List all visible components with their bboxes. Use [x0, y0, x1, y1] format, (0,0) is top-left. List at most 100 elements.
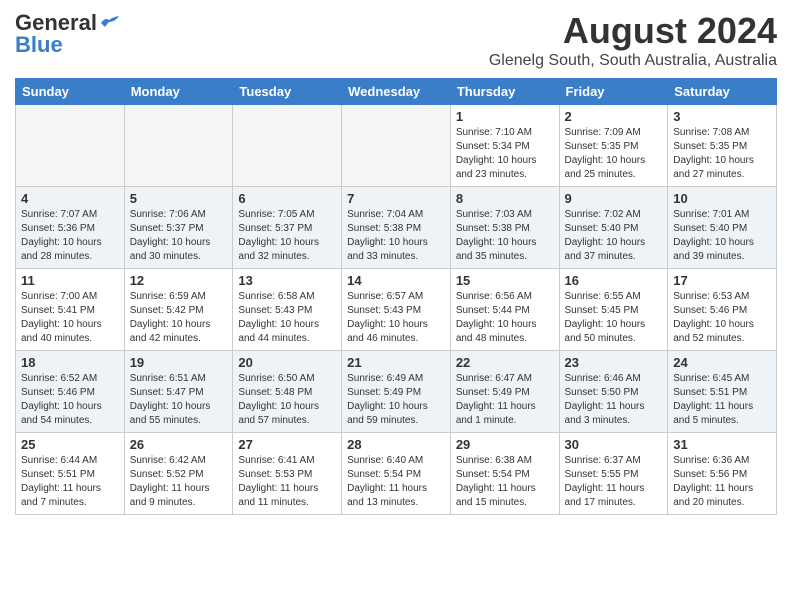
calendar-day-cell: 27Sunrise: 6:41 AMSunset: 5:53 PMDayligh…	[233, 433, 342, 515]
day-info: Sunrise: 7:03 AMSunset: 5:38 PMDaylight:…	[456, 208, 554, 264]
calendar-week-row: 25 Sunrise: 6:44 AMSunset: 5:51 PMDayligh…	[16, 433, 777, 515]
day-info: Sunrise: 7:00 AMSunset: 5:41 PMDaylight:…	[21, 290, 119, 346]
day-info: Sunrise: 6:53 AMSunset: 5:46 PMDaylight:…	[673, 290, 771, 346]
day-number: 20	[238, 355, 336, 370]
day-info: Sunrise: 7:06 AMSunset: 5:37 PMDaylight:…	[130, 208, 228, 264]
day-number: 25	[21, 437, 119, 452]
calendar-day-cell: 11 Sunrise: 7:00 AMSunset: 5:41 PMDayligh…	[16, 269, 125, 351]
day-info: Sunrise: 6:38 AMSunset: 5:54 PMDaylight:…	[456, 454, 554, 510]
calendar-day-cell: 28Sunrise: 6:40 AMSunset: 5:54 PMDayligh…	[342, 433, 451, 515]
calendar-day-cell: 17 Sunrise: 6:53 AMSunset: 5:46 PMDayligh…	[668, 269, 777, 351]
page-header: General Blue August 2024 Glenelg South, …	[15, 10, 777, 70]
day-number: 23	[565, 355, 663, 370]
weekday-header: Friday	[559, 79, 668, 105]
weekday-header: Thursday	[450, 79, 559, 105]
day-number: 22	[456, 355, 554, 370]
day-info: Sunrise: 6:57 AMSunset: 5:43 PMDaylight:…	[347, 290, 445, 346]
day-info: Sunrise: 7:09 AMSunset: 5:35 PMDaylight:…	[565, 126, 663, 182]
calendar-day-cell: 2 Sunrise: 7:09 AMSunset: 5:35 PMDaylight…	[559, 105, 668, 187]
calendar-week-row: 11 Sunrise: 7:00 AMSunset: 5:41 PMDayligh…	[16, 269, 777, 351]
calendar-day-cell: 18 Sunrise: 6:52 AMSunset: 5:46 PMDayligh…	[16, 351, 125, 433]
day-number: 17	[673, 273, 771, 288]
calendar-day-cell: 21 Sunrise: 6:49 AMSunset: 5:49 PMDayligh…	[342, 351, 451, 433]
day-info: Sunrise: 6:58 AMSunset: 5:43 PMDaylight:…	[238, 290, 336, 346]
calendar-day-cell: 7 Sunrise: 7:04 AMSunset: 5:38 PMDaylight…	[342, 187, 451, 269]
day-number: 30	[565, 437, 663, 452]
day-info: Sunrise: 6:45 AMSunset: 5:51 PMDaylight:…	[673, 372, 771, 428]
calendar-day-cell: 4 Sunrise: 7:07 AMSunset: 5:36 PMDaylight…	[16, 187, 125, 269]
calendar-day-cell: 9 Sunrise: 7:02 AMSunset: 5:40 PMDaylight…	[559, 187, 668, 269]
day-info: Sunrise: 6:55 AMSunset: 5:45 PMDaylight:…	[565, 290, 663, 346]
day-number: 27	[238, 437, 336, 452]
calendar-day-cell: 23 Sunrise: 6:46 AMSunset: 5:50 PMDayligh…	[559, 351, 668, 433]
day-number: 19	[130, 355, 228, 370]
day-info: Sunrise: 6:42 AMSunset: 5:52 PMDaylight:…	[130, 454, 228, 510]
weekday-header: Tuesday	[233, 79, 342, 105]
day-info: Sunrise: 6:37 AMSunset: 5:55 PMDaylight:…	[565, 454, 663, 510]
day-info: Sunrise: 6:51 AMSunset: 5:47 PMDaylight:…	[130, 372, 228, 428]
day-number: 13	[238, 273, 336, 288]
day-number: 21	[347, 355, 445, 370]
weekday-header: Wednesday	[342, 79, 451, 105]
weekday-header-row: SundayMondayTuesdayWednesdayThursdayFrid…	[16, 79, 777, 105]
day-info: Sunrise: 6:50 AMSunset: 5:48 PMDaylight:…	[238, 372, 336, 428]
title-block: August 2024 Glenelg South, South Austral…	[489, 10, 777, 70]
day-number: 1	[456, 109, 554, 124]
logo-bird-icon	[99, 15, 121, 31]
logo: General Blue	[15, 10, 121, 58]
calendar-day-cell: 5Sunrise: 7:06 AMSunset: 5:37 PMDaylight…	[124, 187, 233, 269]
calendar-day-cell	[16, 105, 125, 187]
day-number: 31	[673, 437, 771, 452]
calendar-day-cell: 10Sunrise: 7:01 AMSunset: 5:40 PMDayligh…	[668, 187, 777, 269]
day-info: Sunrise: 7:10 AMSunset: 5:34 PMDaylight:…	[456, 126, 554, 182]
day-number: 10	[673, 191, 771, 206]
day-info: Sunrise: 6:52 AMSunset: 5:46 PMDaylight:…	[21, 372, 119, 428]
day-info: Sunrise: 7:02 AMSunset: 5:40 PMDaylight:…	[565, 208, 663, 264]
calendar-week-row: 18 Sunrise: 6:52 AMSunset: 5:46 PMDayligh…	[16, 351, 777, 433]
calendar-day-cell: 29Sunrise: 6:38 AMSunset: 5:54 PMDayligh…	[450, 433, 559, 515]
day-number: 11	[21, 273, 119, 288]
month-title: August 2024	[489, 10, 777, 52]
day-info: Sunrise: 7:04 AMSunset: 5:38 PMDaylight:…	[347, 208, 445, 264]
calendar-day-cell: 31 Sunrise: 6:36 AMSunset: 5:56 PMDayligh…	[668, 433, 777, 515]
day-number: 9	[565, 191, 663, 206]
day-number: 26	[130, 437, 228, 452]
calendar-day-cell: 1 Sunrise: 7:10 AMSunset: 5:34 PMDaylight…	[450, 105, 559, 187]
day-number: 15	[456, 273, 554, 288]
weekday-header: Saturday	[668, 79, 777, 105]
day-info: Sunrise: 6:49 AMSunset: 5:49 PMDaylight:…	[347, 372, 445, 428]
calendar-day-cell: 26 Sunrise: 6:42 AMSunset: 5:52 PMDayligh…	[124, 433, 233, 515]
day-info: Sunrise: 6:59 AMSunset: 5:42 PMDaylight:…	[130, 290, 228, 346]
day-number: 28	[347, 437, 445, 452]
day-info: Sunrise: 6:44 AMSunset: 5:51 PMDaylight:…	[21, 454, 119, 510]
calendar-day-cell	[124, 105, 233, 187]
day-info: Sunrise: 7:07 AMSunset: 5:36 PMDaylight:…	[21, 208, 119, 264]
calendar-day-cell: 16 Sunrise: 6:55 AMSunset: 5:45 PMDayligh…	[559, 269, 668, 351]
day-number: 7	[347, 191, 445, 206]
calendar-table: SundayMondayTuesdayWednesdayThursdayFrid…	[15, 78, 777, 515]
day-info: Sunrise: 6:46 AMSunset: 5:50 PMDaylight:…	[565, 372, 663, 428]
weekday-header: Sunday	[16, 79, 125, 105]
calendar-day-cell: 15 Sunrise: 6:56 AMSunset: 5:44 PMDayligh…	[450, 269, 559, 351]
calendar-week-row: 4 Sunrise: 7:07 AMSunset: 5:36 PMDaylight…	[16, 187, 777, 269]
day-number: 6	[238, 191, 336, 206]
location: Glenelg South, South Australia, Australi…	[489, 52, 777, 70]
calendar-day-cell	[233, 105, 342, 187]
calendar-week-row: 1 Sunrise: 7:10 AMSunset: 5:34 PMDaylight…	[16, 105, 777, 187]
day-number: 18	[21, 355, 119, 370]
calendar-day-cell: 24 Sunrise: 6:45 AMSunset: 5:51 PMDayligh…	[668, 351, 777, 433]
calendar-day-cell: 30 Sunrise: 6:37 AMSunset: 5:55 PMDayligh…	[559, 433, 668, 515]
calendar-day-cell: 6Sunrise: 7:05 AMSunset: 5:37 PMDaylight…	[233, 187, 342, 269]
day-number: 3	[673, 109, 771, 124]
calendar-day-cell: 3 Sunrise: 7:08 AMSunset: 5:35 PMDaylight…	[668, 105, 777, 187]
day-info: Sunrise: 6:36 AMSunset: 5:56 PMDaylight:…	[673, 454, 771, 510]
day-info: Sunrise: 7:08 AMSunset: 5:35 PMDaylight:…	[673, 126, 771, 182]
day-number: 24	[673, 355, 771, 370]
day-number: 2	[565, 109, 663, 124]
weekday-header: Monday	[124, 79, 233, 105]
day-info: Sunrise: 6:56 AMSunset: 5:44 PMDaylight:…	[456, 290, 554, 346]
day-number: 12	[130, 273, 228, 288]
calendar-day-cell: 8Sunrise: 7:03 AMSunset: 5:38 PMDaylight…	[450, 187, 559, 269]
day-number: 16	[565, 273, 663, 288]
day-number: 4	[21, 191, 119, 206]
